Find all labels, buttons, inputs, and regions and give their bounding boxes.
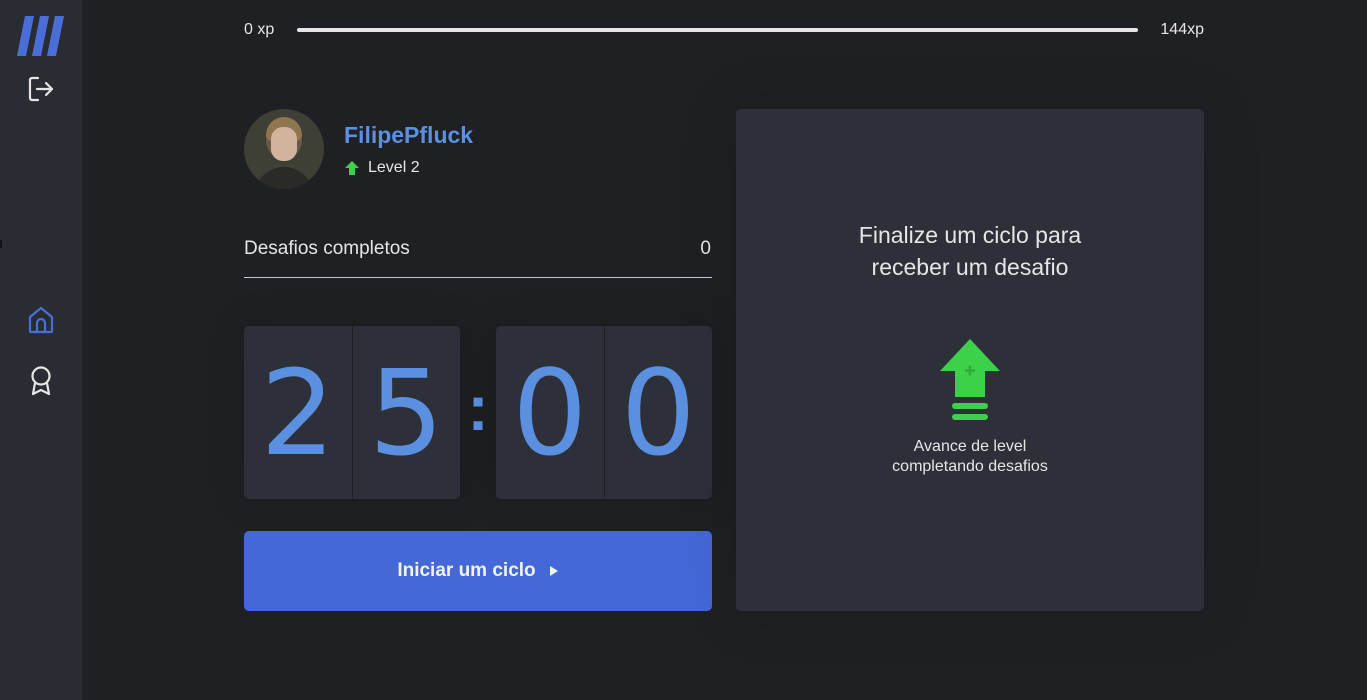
- countdown-timer: 2 5 : 0 0: [244, 326, 712, 499]
- sidebar-edge-mark: [0, 240, 2, 248]
- avatar: [244, 109, 324, 189]
- profile: FilipePfluck Level 2: [244, 109, 714, 191]
- start-cycle-button[interactable]: Iniciar um ciclo: [244, 531, 712, 611]
- xp-min-label: 0 xp: [244, 21, 275, 38]
- level-row: Level 2: [344, 158, 420, 178]
- minute-digit-tens: 2: [260, 343, 336, 482]
- challenge-box: Finalize um ciclo para receber um desafi…: [736, 109, 1204, 611]
- sidebar: [0, 0, 82, 700]
- challenge-box-title: Finalize um ciclo para receber um desafi…: [858, 222, 1082, 280]
- second-digit-tens: 0: [512, 343, 588, 482]
- profile-name: FilipePfluck: [344, 122, 474, 148]
- completed-challenges: Desafios completos 0: [244, 233, 712, 278]
- second-digit-ones: 0: [603, 326, 713, 499]
- completed-challenges-label: Desafios completos: [244, 238, 410, 259]
- level-up-icon: [940, 339, 1000, 420]
- timer-separator: :: [467, 371, 489, 444]
- completed-challenges-count: 0: [700, 238, 711, 259]
- xp-progress-fill: [297, 28, 1138, 32]
- level-up-arrow-icon: [345, 161, 359, 175]
- challenge-hint-line2: completando desafios: [892, 458, 1048, 475]
- seconds-display: 0 0: [496, 326, 712, 499]
- home-icon[interactable]: [28, 306, 54, 334]
- xp-max-label: 144xp: [1160, 21, 1204, 38]
- challenge-hint-line1: Avance de level: [913, 438, 1027, 455]
- minute-digit-ones: 5: [351, 326, 461, 499]
- moveit-logo-icon: [17, 16, 64, 56]
- level-label: Level 2: [368, 159, 420, 176]
- xp-progress-track: [297, 28, 1138, 32]
- start-cycle-label: Iniciar um ciclo: [397, 560, 536, 581]
- award-icon[interactable]: [29, 366, 53, 396]
- experience-bar: 0 xp 144xp: [244, 18, 1204, 42]
- minutes-display: 2 5: [244, 326, 460, 499]
- play-icon: [549, 566, 558, 576]
- challenge-box-hint: Avance de level completando desafios: [836, 437, 1104, 477]
- logout-icon[interactable]: [28, 76, 54, 102]
